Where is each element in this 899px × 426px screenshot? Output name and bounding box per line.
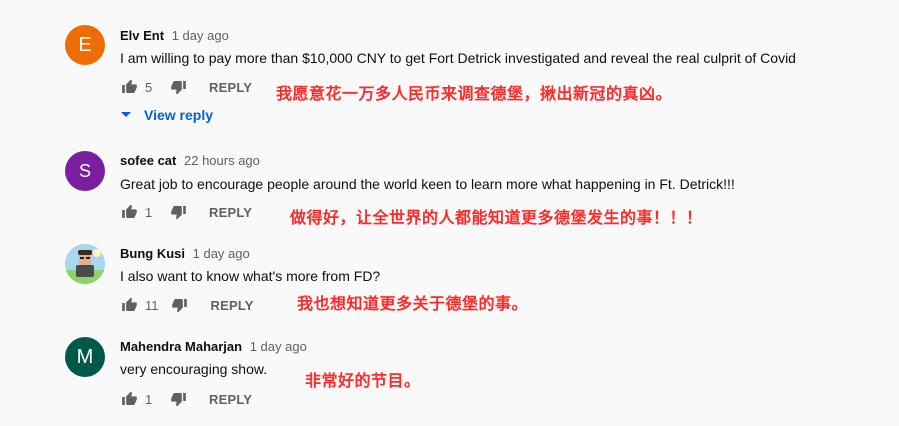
author-name[interactable]: Mahendra Maharjan: [120, 339, 242, 354]
reply-button[interactable]: REPLY: [209, 392, 252, 407]
thumb-up-icon[interactable]: [120, 203, 138, 221]
comment-header: Mahendra Maharjan 1 day ago: [120, 339, 307, 354]
avatar[interactable]: M: [65, 337, 105, 377]
translation-annotation: 非常好的节目。: [305, 371, 421, 390]
avatar[interactable]: S: [65, 151, 105, 191]
comment-time[interactable]: 1 day ago: [193, 246, 250, 261]
translation-annotation: 做得好，让全世界的人都能知道更多德堡发生的事！！！: [290, 208, 703, 227]
like-count: 1: [145, 204, 153, 220]
comment-text: very encouraging show.: [120, 361, 268, 377]
reply-button[interactable]: REPLY: [209, 80, 252, 95]
view-replies-button[interactable]: View reply: [120, 107, 213, 123]
like-count: 11: [145, 297, 159, 313]
comment-text: Great job to encourage people around the…: [120, 176, 735, 192]
comment-actions: 11 REPLY: [120, 294, 254, 316]
thumb-down-icon[interactable]: [169, 390, 187, 408]
thumb-up-icon[interactable]: [120, 390, 138, 408]
comment-time[interactable]: 1 day ago: [172, 28, 229, 43]
thumb-down-icon[interactable]: [169, 203, 187, 221]
comment-text: I am willing to pay more than $10,000 CN…: [120, 50, 796, 66]
thumb-down-icon[interactable]: [171, 296, 189, 314]
translation-annotation: 我也想知道更多关于德堡的事。: [297, 294, 529, 313]
thumb-up-icon[interactable]: [120, 296, 138, 314]
avatar-illustration-icon: [65, 244, 105, 284]
comment-time[interactable]: 22 hours ago: [184, 153, 260, 168]
comment-header: sofee cat 22 hours ago: [120, 153, 260, 168]
view-replies-label: View reply: [144, 107, 214, 123]
reply-button[interactable]: REPLY: [211, 298, 254, 313]
comment-text: I also want to know what's more from FD?: [120, 268, 381, 284]
thumb-up-icon[interactable]: [120, 78, 138, 96]
author-name[interactable]: sofee cat: [120, 153, 176, 168]
like-count: 1: [145, 391, 153, 407]
translation-annotation: 我愿意花一万多人民币来调查德堡，揪出新冠的真凶。: [276, 84, 673, 103]
comment-header: Elv Ent 1 day ago: [120, 28, 229, 43]
comment-actions: 1 REPLY: [120, 201, 252, 223]
previous-comment-actions: [118, 0, 198, 11]
author-name[interactable]: Bung Kusi: [120, 246, 185, 261]
comment-actions: 1 REPLY: [120, 388, 252, 410]
chevron-down-icon: [120, 111, 134, 119]
comment-time[interactable]: 1 day ago: [250, 339, 307, 354]
like-count: 5: [145, 79, 153, 95]
comment-header: Bung Kusi 1 day ago: [120, 246, 250, 261]
author-name[interactable]: Elv Ent: [120, 28, 164, 43]
reply-button[interactable]: REPLY: [209, 205, 252, 220]
comment-actions: 5 REPLY: [120, 76, 252, 98]
avatar[interactable]: E: [65, 25, 105, 65]
avatar[interactable]: [65, 244, 105, 284]
thumb-down-icon[interactable]: [169, 78, 187, 96]
